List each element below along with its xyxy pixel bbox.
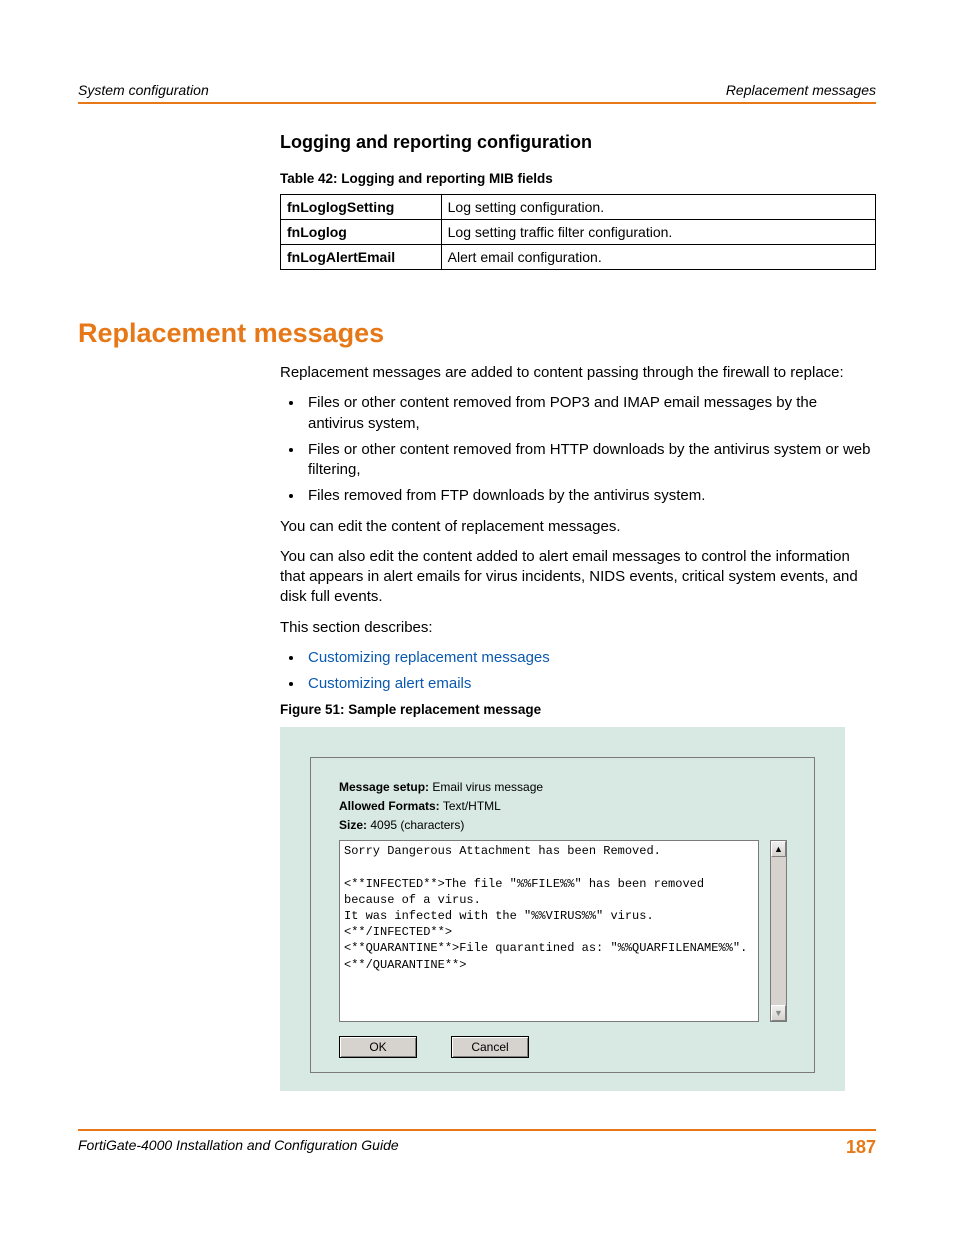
header-left: System configuration [78,82,209,98]
running-footer: FortiGate-4000 Installation and Configur… [78,1137,876,1158]
list-item: Customizing alert emails [304,674,876,694]
footer-guide-title: FortiGate-4000 Installation and Configur… [78,1137,399,1158]
dialog-box: Message setup: Email virus message Allow… [310,757,815,1073]
ok-button[interactable]: OK [339,1036,417,1058]
header-right: Replacement messages [726,82,876,98]
reasons-list: Files or other content removed from POP3… [280,393,876,506]
allowed-formats-row: Allowed Formats: Text/HTML [339,799,786,813]
mib-table: fnLoglogSetting Log setting configuratio… [280,194,876,270]
message-setup-label: Message setup: [339,780,429,794]
subheading-logging: Logging and reporting configuration [280,132,876,153]
link-customizing-replacement[interactable]: Customizing replacement messages [308,649,550,666]
message-setup-row: Message setup: Email virus message [339,780,786,794]
table-caption: Table 42: Logging and reporting MIB fiel… [280,171,876,186]
section-title: Replacement messages [78,318,876,349]
list-item: Files or other content removed from POP3… [304,393,876,434]
cancel-button[interactable]: Cancel [451,1036,529,1058]
running-header: System configuration Replacement message… [78,82,876,102]
mib-field: fnLoglogSetting [281,195,442,220]
table-row: fnLoglog Log setting traffic filter conf… [281,220,876,245]
mib-field: fnLoglog [281,220,442,245]
allowed-formats-label: Allowed Formats: [339,799,440,813]
footer-divider [78,1129,876,1131]
table-row: fnLoglogSetting Log setting configuratio… [281,195,876,220]
intro-paragraph: Replacement messages are added to conten… [280,363,876,383]
mib-field: fnLogAlertEmail [281,245,442,270]
size-value: 4095 (characters) [370,818,464,832]
mib-desc: Log setting configuration. [441,195,875,220]
page-number: 187 [846,1137,876,1158]
body-paragraph: This section describes: [280,618,876,638]
size-row: Size: 4095 (characters) [339,818,786,832]
message-editor[interactable]: Sorry Dangerous Attachment has been Remo… [339,840,759,1022]
scrollbar[interactable]: ▲ ▼ [770,840,787,1022]
mib-desc: Log setting traffic filter configuration… [441,220,875,245]
links-list: Customizing replacement messages Customi… [280,648,876,695]
body-paragraph: You can edit the content of replacement … [280,517,876,537]
list-item: Customizing replacement messages [304,648,876,668]
dialog-buttons: OK Cancel [339,1036,786,1058]
mib-desc: Alert email configuration. [441,245,875,270]
link-customizing-alert[interactable]: Customizing alert emails [308,675,471,692]
allowed-formats-value: Text/HTML [443,799,501,813]
header-divider [78,102,876,104]
size-label: Size: [339,818,367,832]
figure-caption: Figure 51: Sample replacement message [280,702,876,717]
scroll-up-button[interactable]: ▲ [771,841,786,857]
body-paragraph: You can also edit the content added to a… [280,547,876,608]
scroll-down-button[interactable]: ▼ [771,1005,786,1021]
list-item: Files removed from FTP downloads by the … [304,486,876,506]
table-row: fnLogAlertEmail Alert email configuratio… [281,245,876,270]
message-setup-value: Email virus message [432,780,543,794]
list-item: Files or other content removed from HTTP… [304,440,876,481]
editor-wrap: Sorry Dangerous Attachment has been Remo… [339,840,786,1022]
figure-sample-replacement: Message setup: Email virus message Allow… [280,727,845,1091]
